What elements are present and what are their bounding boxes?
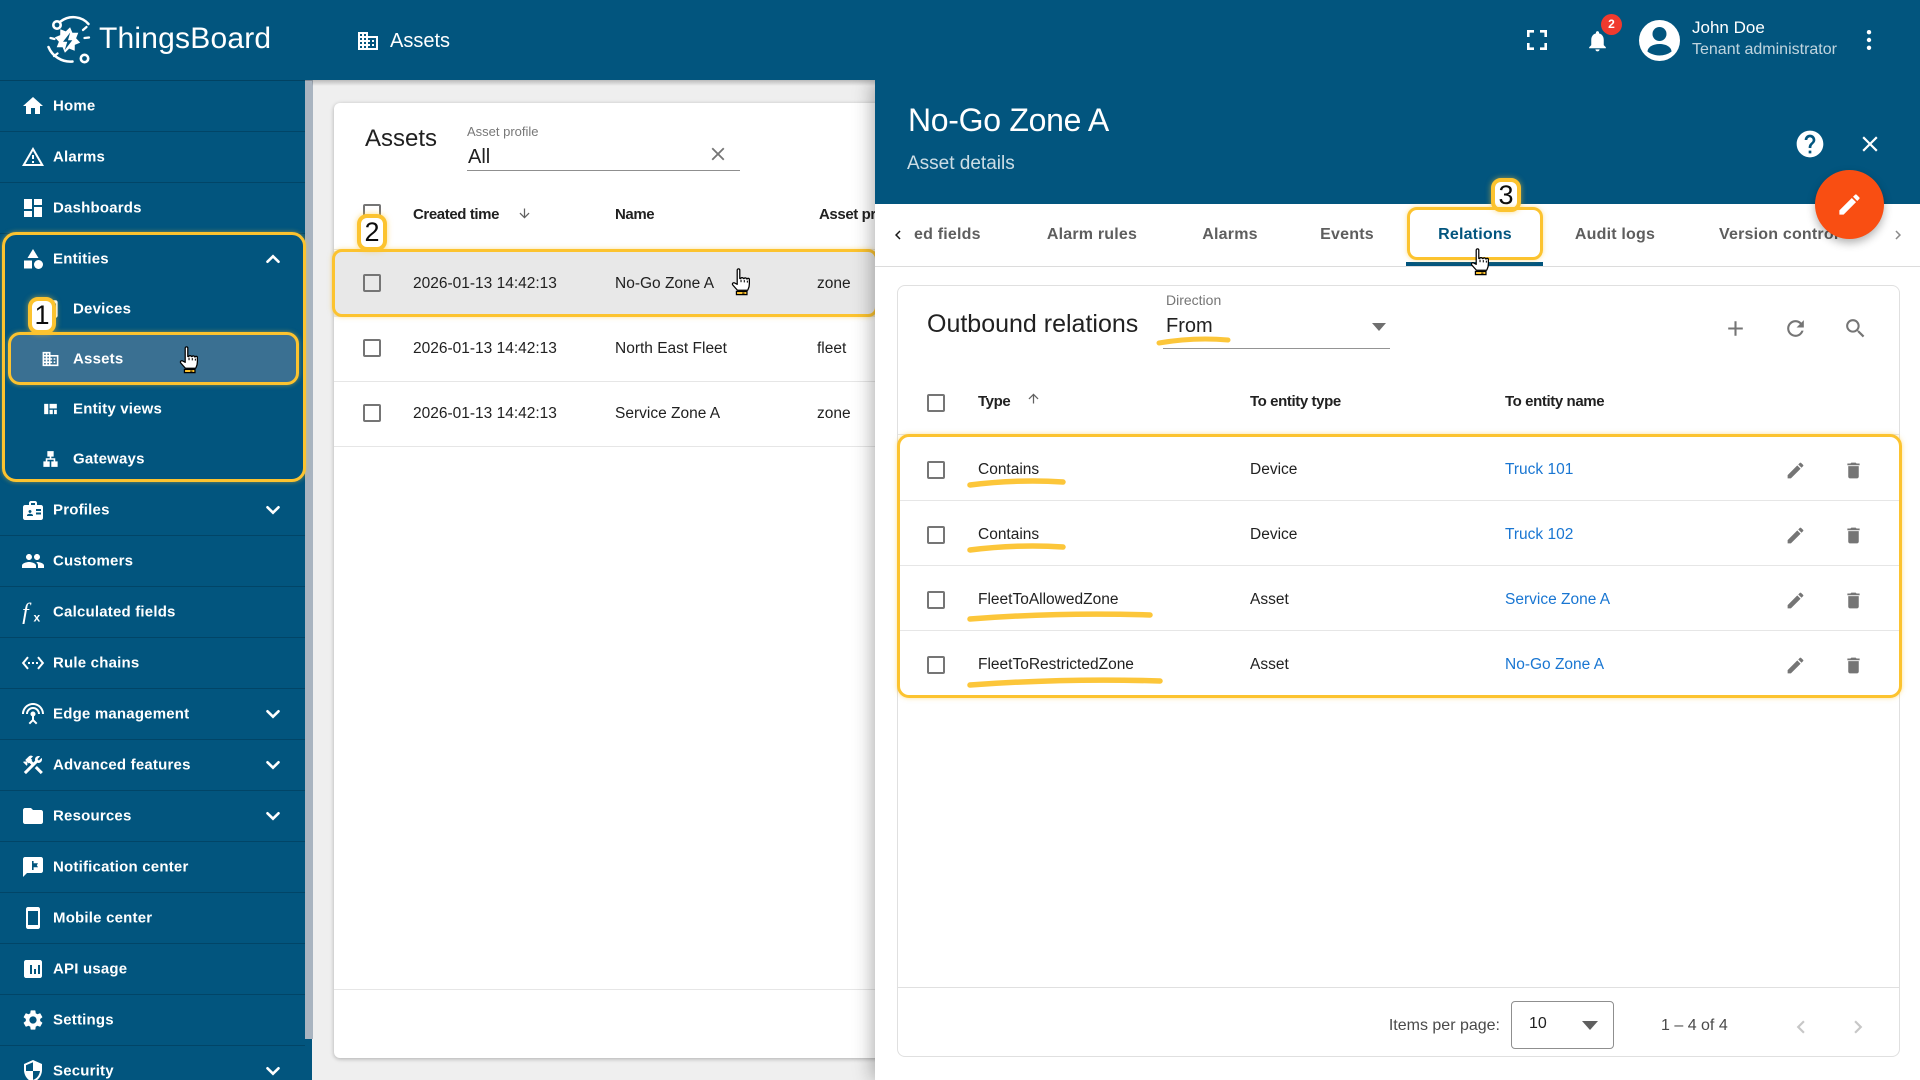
svg-text:f: f xyxy=(22,600,32,624)
svg-text:x: x xyxy=(34,610,41,624)
